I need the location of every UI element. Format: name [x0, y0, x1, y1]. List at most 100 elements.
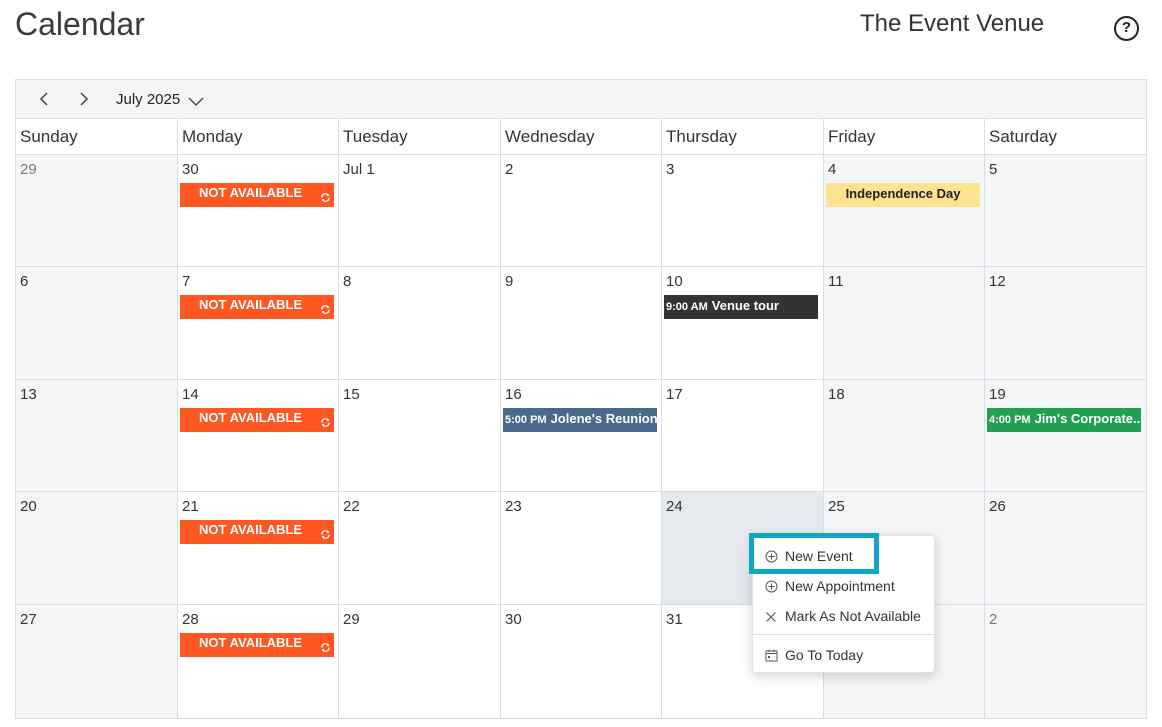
day-cell[interactable]: 15 [339, 380, 501, 492]
day-cell[interactable]: 30 NOT AVAILABLE [178, 155, 339, 267]
day-cell[interactable]: Jul 1 [339, 155, 501, 267]
day-number: 17 [666, 386, 683, 403]
day-cell[interactable]: 18 [824, 380, 985, 492]
day-number: 5 [989, 161, 998, 178]
day-cell[interactable]: 21 NOT AVAILABLE [178, 492, 339, 605]
plus-circle-icon [765, 550, 778, 566]
day-cell[interactable]: 2 [501, 155, 662, 267]
event-title: Jim's Corporate... [1034, 411, 1141, 426]
day-cell[interactable]: 27 [16, 605, 178, 719]
day-cell[interactable]: 7 NOT AVAILABLE [178, 267, 339, 380]
new-event-label: New Event [785, 548, 853, 564]
day-number: 8 [343, 273, 352, 290]
not-available-event[interactable]: NOT AVAILABLE [180, 183, 334, 207]
day-number: 29 [343, 611, 360, 628]
day-number: 22 [343, 498, 360, 515]
menu-divider [753, 634, 934, 635]
previous-month-button[interactable] [36, 90, 54, 108]
day-number: 25 [828, 498, 845, 515]
day-cell[interactable]: 3 [662, 155, 824, 267]
day-cell[interactable]: 19 4:00 PM Jim's Corporate... [985, 380, 1146, 492]
day-cell[interactable]: 2 [985, 605, 1146, 719]
help-icon[interactable]: ? [1114, 16, 1139, 41]
day-number: 31 [666, 611, 683, 628]
event-title: NOT AVAILABLE [199, 410, 303, 425]
new-appointment-label: New Appointment [785, 578, 895, 594]
not-available-event[interactable]: NOT AVAILABLE [180, 295, 334, 319]
day-cell[interactable]: 4 Independence Day [824, 155, 985, 267]
day-cell[interactable]: 26 [985, 492, 1146, 605]
venue-name[interactable]: The Event Venue [860, 10, 1044, 38]
day-cell[interactable]: 5 [985, 155, 1146, 267]
day-cell[interactable]: 6 [16, 267, 178, 380]
day-number: 21 [182, 498, 199, 515]
weekday-label: Wednesday [501, 119, 662, 155]
new-event-menu-item[interactable]: New Event [753, 542, 934, 570]
plus-circle-icon [765, 580, 778, 596]
mark-not-available-menu-item[interactable]: Mark As Not Available [753, 602, 934, 630]
event-title: Venue tour [711, 298, 779, 313]
day-cell[interactable]: 20 [16, 492, 178, 605]
new-appointment-menu-item[interactable]: New Appointment [753, 572, 934, 600]
month-selector[interactable]: July 2025 [116, 91, 180, 108]
close-icon [765, 610, 777, 626]
day-number: 26 [989, 498, 1006, 515]
day-cell[interactable]: 28 NOT AVAILABLE [178, 605, 339, 719]
day-number: 27 [20, 611, 37, 628]
weekday-label: Monday [178, 119, 339, 155]
chevron-left-icon [39, 92, 48, 106]
weekday-label: Saturday [989, 127, 1058, 146]
day-number: 16 [505, 386, 522, 403]
day-cell[interactable]: 12 [985, 267, 1146, 380]
day-number: 18 [828, 386, 845, 403]
day-cell[interactable]: 17 [662, 380, 824, 492]
page-title: Calendar [15, 6, 145, 42]
mark-not-available-label: Mark As Not Available [785, 608, 921, 624]
day-number: 3 [666, 161, 675, 178]
event-title: NOT AVAILABLE [199, 635, 303, 650]
day-cell[interactable]: 14 NOT AVAILABLE [178, 380, 339, 492]
repeat-icon [320, 414, 331, 432]
event-time: 9:00 AM [666, 301, 708, 313]
repeat-icon [320, 639, 331, 657]
not-available-event[interactable]: NOT AVAILABLE [180, 408, 334, 432]
event-title: Jolene's Reunion [550, 411, 657, 426]
weekday-header: Sunday Monday Tuesday Wednesday Thursday… [16, 119, 1146, 155]
not-available-event[interactable]: NOT AVAILABLE [180, 633, 334, 657]
holiday-event[interactable]: Independence Day [826, 183, 980, 207]
day-cell[interactable]: 29 [16, 155, 178, 267]
day-number: 12 [989, 273, 1006, 290]
repeat-icon [320, 189, 331, 207]
chevron-right-icon [80, 92, 89, 106]
day-number: 23 [505, 498, 522, 515]
day-cell[interactable]: 8 [339, 267, 501, 380]
weekday-label: Thursday [662, 119, 824, 155]
day-cell[interactable]: 22 [339, 492, 501, 605]
day-number: Jul 1 [343, 161, 375, 178]
jolene-reunion-event[interactable]: 5:00 PM Jolene's Reunion [503, 408, 657, 432]
event-time: 5:00 PM [505, 414, 547, 426]
day-number: 7 [182, 273, 191, 290]
day-cell[interactable]: 11 [824, 267, 985, 380]
go-to-today-label: Go To Today [785, 647, 864, 663]
day-cell[interactable]: 23 [501, 492, 662, 605]
calendar-icon [765, 649, 778, 665]
day-number: 9 [505, 273, 514, 290]
day-cell[interactable]: 30 [501, 605, 662, 719]
day-cell[interactable]: 29 [339, 605, 501, 719]
day-number: 2 [989, 611, 998, 628]
day-cell[interactable]: 13 [16, 380, 178, 492]
day-cell[interactable]: 16 5:00 PM Jolene's Reunion [501, 380, 662, 492]
jim-corporate-event[interactable]: 4:00 PM Jim's Corporate... [987, 408, 1141, 432]
venue-tour-event[interactable]: 9:00 AM Venue tour [664, 295, 818, 319]
day-number: 30 [182, 161, 199, 178]
event-title: NOT AVAILABLE [199, 185, 303, 200]
chevron-down-icon[interactable] [188, 94, 204, 112]
context-menu: New Event New Appointment Mark As Not Av… [752, 535, 935, 673]
not-available-event[interactable]: NOT AVAILABLE [180, 520, 334, 544]
day-cell[interactable]: 10 9:00 AM Venue tour [662, 267, 824, 380]
go-to-today-menu-item[interactable]: Go To Today [753, 641, 934, 669]
day-cell[interactable]: 9 [501, 267, 662, 380]
calendar: July 2025 Sunday Monday Tuesday Wednesda… [15, 79, 1147, 719]
next-month-button[interactable] [74, 90, 92, 108]
